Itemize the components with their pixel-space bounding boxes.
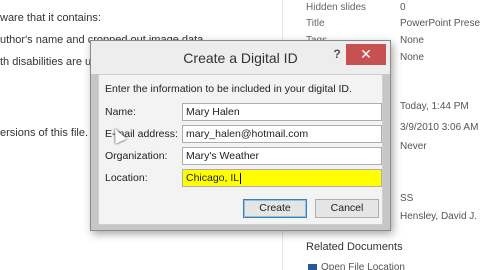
prop-value-last-modified-by: Hensley, David J. bbox=[400, 211, 478, 222]
location-input[interactable]: Chicago, IL bbox=[182, 169, 382, 187]
organization-input[interactable]: Mary's Weather bbox=[182, 147, 382, 165]
dialog-content: Enter the information to be included in … bbox=[98, 74, 383, 225]
doc-text-line: ersions of this file. bbox=[0, 127, 89, 139]
create-button[interactable]: Create bbox=[243, 199, 307, 218]
location-value: Chicago, IL bbox=[186, 172, 240, 184]
name-label: Name: bbox=[105, 106, 136, 118]
related-documents-heading: Related Documents bbox=[306, 241, 403, 253]
prop-value-title[interactable]: PowerPoint Prese bbox=[400, 18, 480, 29]
help-button[interactable]: ? bbox=[330, 46, 344, 62]
prop-value: None bbox=[400, 52, 424, 63]
folder-icon bbox=[308, 263, 317, 270]
open-file-location-label: Open File Location bbox=[321, 262, 405, 270]
open-file-location-link[interactable]: Open File Location bbox=[308, 262, 405, 270]
text-caret bbox=[240, 172, 242, 184]
prop-label-hidden-slides: Hidden slides bbox=[306, 2, 367, 13]
name-input[interactable]: Mary Halen bbox=[182, 103, 382, 121]
prop-value-last-printed: Never bbox=[400, 141, 427, 152]
prop-value-author-initials: SS bbox=[400, 193, 414, 204]
doc-text-line: ware that it contains: bbox=[0, 12, 101, 24]
create-digital-id-dialog: Create a Digital ID ? ✕ Enter the inform… bbox=[90, 40, 391, 231]
prop-value-tags[interactable]: None bbox=[400, 35, 424, 46]
cancel-button[interactable]: Cancel bbox=[315, 199, 379, 218]
location-label: Location: bbox=[105, 172, 148, 184]
doc-text-line: th disabilities are u bbox=[0, 56, 92, 68]
prop-value-last-modified: Today, 1:44 PM bbox=[400, 101, 469, 112]
prop-value-created: 3/9/2010 3:06 AM bbox=[400, 122, 479, 133]
prop-label-title: Title bbox=[306, 18, 325, 29]
organization-label: Organization: bbox=[105, 150, 168, 162]
close-icon: ✕ bbox=[360, 46, 372, 62]
close-button[interactable]: ✕ bbox=[346, 44, 386, 65]
dialog-titlebar[interactable]: Create a Digital ID ? ✕ bbox=[91, 41, 390, 74]
dialog-instructions: Enter the information to be included in … bbox=[105, 83, 352, 95]
prop-value-hidden-slides: 0 bbox=[400, 2, 406, 13]
email-input[interactable]: mary_halen@hotmail.com bbox=[182, 125, 382, 143]
